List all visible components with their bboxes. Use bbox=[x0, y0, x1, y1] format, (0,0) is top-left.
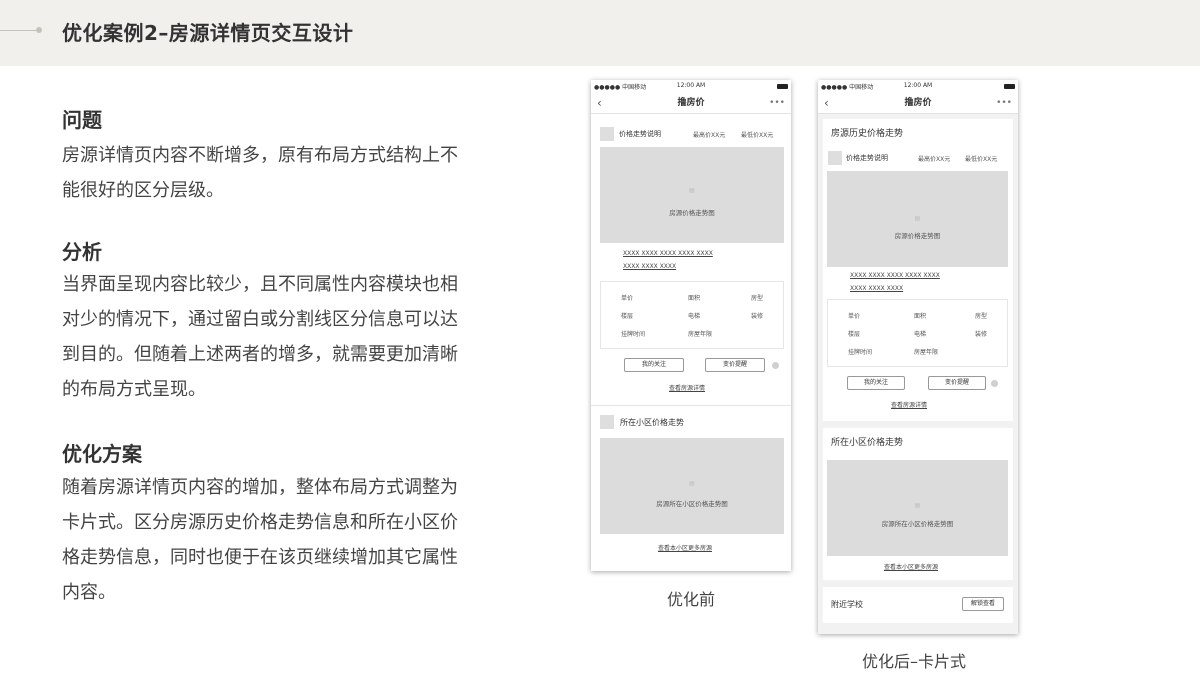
min-price: 最低价XX元 bbox=[965, 156, 998, 163]
community-chart-placeholder: ▤ 房源所在小区价格走势图 bbox=[600, 438, 784, 534]
attr-listing-time: 挂牌时间 bbox=[848, 349, 873, 356]
view-detail-link[interactable]: 查看房源详情 bbox=[669, 383, 705, 392]
attr-layout: 房型 bbox=[975, 313, 988, 320]
attributes-box: 单价 面积 房型 楼层 电梯 装修 挂牌时间 房屋年限 bbox=[827, 299, 1008, 367]
nav-title: 撸房价 bbox=[904, 98, 932, 108]
analysis-title: 分析 bbox=[62, 240, 102, 264]
status-time: 12:00 AM bbox=[676, 82, 706, 89]
more-listings-link[interactable]: 查看本小区更多房源 bbox=[884, 562, 938, 571]
problem-body: 房源详情页内容不断增多，原有布局方式结构上不能很好的区分层级。 bbox=[62, 145, 458, 201]
school-title: 附近学校 bbox=[831, 600, 863, 609]
image-icon: ▤ bbox=[914, 215, 921, 222]
xxxx-line: XXXX XXXX XXXX XXXX XXXX bbox=[850, 272, 940, 279]
community-chart-label: 房源所在小区价格走势图 bbox=[881, 520, 954, 528]
battery-icon bbox=[1004, 84, 1015, 89]
back-icon[interactable]: ‹ bbox=[597, 92, 602, 114]
price-alert-button[interactable]: 变价提醒 bbox=[705, 358, 765, 372]
price-trend-label: 价格走势说明 bbox=[846, 154, 888, 162]
price-alert-button[interactable]: 变价提醒 bbox=[928, 376, 986, 390]
header-decor-dot bbox=[36, 27, 42, 33]
status-time: 12:00 AM bbox=[903, 82, 933, 89]
price-chart-placeholder: ▤ 房源价格走势图 bbox=[827, 171, 1008, 267]
attr-house-age: 房屋年限 bbox=[914, 349, 939, 356]
phone-before-mockup: ●●●●● 中国移动 12:00 AM ‹ 撸房价 ••• 价格走势说明 最高价… bbox=[591, 80, 791, 571]
attr-decoration: 装修 bbox=[975, 331, 988, 338]
unlock-button[interactable]: 解锁查看 bbox=[962, 597, 1004, 611]
page-title: 优化案例2–房源详情页交互设计 bbox=[62, 21, 354, 45]
min-price: 最低价XX元 bbox=[741, 132, 774, 139]
attr-house-age: 房屋年限 bbox=[688, 331, 713, 338]
view-detail-link[interactable]: 查看房源详情 bbox=[891, 400, 927, 409]
more-icon[interactable]: ••• bbox=[996, 92, 1012, 114]
nav-bar: ‹ 撸房价 ••• bbox=[591, 92, 791, 114]
attr-area: 面积 bbox=[688, 295, 701, 302]
community-trend-title: 所在小区价格走势 bbox=[620, 418, 684, 427]
attr-area: 面积 bbox=[914, 313, 927, 320]
community-trend-card: 所在小区价格走势 ▤ 房源所在小区价格走势图 查看本小区更多房源 bbox=[823, 428, 1013, 580]
attr-layout: 房型 bbox=[751, 295, 764, 302]
attr-floor: 楼层 bbox=[621, 313, 634, 320]
solution-title: 优化方案 bbox=[62, 442, 142, 466]
school-card: 附近学校 解锁查看 bbox=[823, 587, 1013, 623]
attr-decoration: 装修 bbox=[751, 313, 764, 320]
attr-floor: 楼层 bbox=[848, 331, 861, 338]
community-chart-label: 房源所在小区价格走势图 bbox=[656, 500, 728, 508]
help-icon[interactable] bbox=[772, 362, 779, 369]
max-price: 最高价XX元 bbox=[693, 132, 726, 139]
help-icon[interactable] bbox=[991, 380, 998, 387]
xxxx-line: XXXX XXXX XXXX bbox=[623, 263, 677, 270]
history-card-title: 房源历史价格走势 bbox=[831, 129, 904, 139]
attributes-box: 单价 面积 房型 楼层 电梯 装修 挂牌时间 房屋年限 bbox=[600, 281, 784, 349]
thumbnail-placeholder bbox=[600, 127, 614, 141]
phone-after-mockup: ●●●●● 中国移动 12:00 AM ‹ 撸房价 ••• 房源历史价格走势 价… bbox=[818, 80, 1018, 634]
section-divider bbox=[591, 405, 791, 406]
status-bar: ●●●●● 中国移动 12:00 AM bbox=[818, 80, 1018, 92]
header-band: 优化案例2–房源详情页交互设计 bbox=[0, 0, 1200, 66]
price-chart-placeholder: ▤ 房源价格走势图 bbox=[600, 147, 784, 243]
community-trend-title: 所在小区价格走势 bbox=[831, 438, 904, 448]
attr-unit-price: 单价 bbox=[848, 313, 861, 320]
analysis-body: 当界面呈现内容比较少，且不同属性内容模块也相对少的情况下，通过留白或分割线区分信… bbox=[62, 274, 458, 400]
battery-icon bbox=[777, 84, 788, 89]
nav-title: 撸房价 bbox=[677, 98, 705, 108]
attr-listing-time: 挂牌时间 bbox=[621, 331, 646, 338]
caption-after: 优化后–卡片式 bbox=[862, 652, 967, 671]
more-listings-link[interactable]: 查看本小区更多房源 bbox=[658, 543, 712, 552]
back-icon[interactable]: ‹ bbox=[824, 92, 829, 114]
problem-title: 问题 bbox=[62, 108, 102, 132]
status-bar: ●●●●● 中国移动 12:00 AM bbox=[591, 80, 791, 92]
xxxx-line: XXXX XXXX XXXX bbox=[850, 285, 904, 292]
follow-button[interactable]: 我的关注 bbox=[624, 358, 684, 372]
nav-bar: ‹ 撸房价 ••• bbox=[818, 92, 1018, 114]
max-price: 最高价XX元 bbox=[918, 156, 951, 163]
more-icon[interactable]: ••• bbox=[769, 92, 785, 114]
attr-elevator: 电梯 bbox=[914, 331, 927, 338]
price-trend-label: 价格走势说明 bbox=[619, 130, 661, 138]
caption-before: 优化前 bbox=[667, 590, 716, 609]
thumbnail-placeholder bbox=[600, 415, 614, 429]
solution-body: 随着房源详情页内容的增加，整体布局方式调整为卡片式。区分房源历史价格走势信息和所… bbox=[62, 477, 458, 603]
attr-unit-price: 单价 bbox=[621, 295, 634, 302]
thumbnail-placeholder bbox=[828, 151, 842, 165]
image-icon: ▤ bbox=[914, 502, 921, 509]
attr-elevator: 电梯 bbox=[688, 313, 701, 320]
header-decor-line bbox=[0, 30, 36, 31]
history-trend-card: 房源历史价格走势 价格走势说明 最高价XX元 最低价XX元 ▤ 房源价格走势图 … bbox=[823, 119, 1013, 421]
xxxx-line: XXXX XXXX XXXX XXXX XXXX bbox=[623, 250, 713, 257]
follow-button[interactable]: 我的关注 bbox=[847, 376, 905, 390]
image-icon: ▤ bbox=[689, 480, 695, 487]
image-icon: ▤ bbox=[689, 187, 695, 194]
price-chart-label: 房源价格走势图 bbox=[669, 209, 715, 217]
price-chart-label: 房源价格走势图 bbox=[894, 232, 941, 240]
community-chart-placeholder: ▤ 房源所在小区价格走势图 bbox=[827, 460, 1008, 556]
